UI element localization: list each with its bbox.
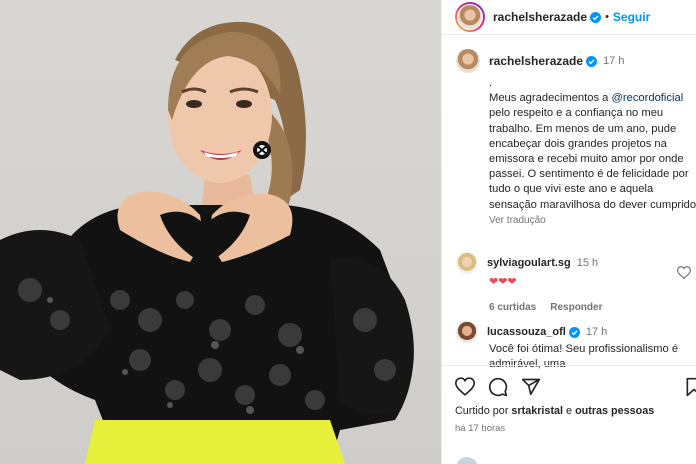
- header-separator: •: [605, 11, 609, 23]
- verified-badge-icon: [568, 326, 580, 338]
- commenter-username[interactable]: sylviagoulart.sg: [487, 257, 571, 269]
- liked-by-user[interactable]: srtakristal: [511, 405, 563, 417]
- caption-username[interactable]: rachelsherazade: [489, 54, 583, 68]
- mention-link[interactable]: @recordoficial: [612, 92, 684, 104]
- author-username[interactable]: rachelsherazade: [493, 10, 587, 24]
- post-header: rachelsherazade • Seguir: [442, 0, 696, 35]
- verified-badge-icon: [590, 11, 602, 23]
- likes-connector: e: [563, 405, 576, 417]
- current-user-avatar: [456, 457, 478, 464]
- verified-badge-icon: [586, 55, 598, 67]
- share-icon[interactable]: [521, 377, 541, 397]
- likes-prefix: Curtido por: [455, 405, 512, 417]
- author-avatar[interactable]: [455, 2, 485, 32]
- post-sidebar: rachelsherazade • Seguir rachelsherazade…: [441, 0, 696, 464]
- caption-text-rest: pelo respeito e a confiança no meu traba…: [489, 107, 696, 211]
- commenter-avatar[interactable]: [455, 251, 479, 275]
- caption-dot-line: .: [489, 77, 493, 89]
- post-caption: rachelsherazade 17 h . Meus agradeciment…: [455, 48, 696, 226]
- liked-by-others[interactable]: outras pessoas: [575, 405, 654, 417]
- caption-text-intro: Meus agradecimentos a: [489, 92, 612, 105]
- comment-like-heart-icon[interactable]: [677, 266, 691, 279]
- post-photo[interactable]: [0, 0, 441, 464]
- caption-time: 17 h: [603, 55, 625, 67]
- heart-icon[interactable]: [455, 377, 475, 396]
- action-bar: [442, 365, 696, 409]
- caption-avatar[interactable]: [455, 48, 481, 74]
- commenter-avatar[interactable]: [455, 320, 479, 344]
- commenter-username[interactable]: lucassouza_ofl: [487, 326, 566, 338]
- comment-item: sylviagoulart.sg 15 h ❤❤❤ 6 curtidas Res…: [455, 251, 695, 313]
- likes-summary[interactable]: Curtido por srtakristal e outras pessoas: [455, 405, 654, 417]
- bookmark-icon[interactable]: [685, 377, 696, 397]
- post-age: há 17 horas: [455, 423, 506, 434]
- translate-link[interactable]: Ver tradução: [489, 215, 695, 226]
- comment-text: ❤❤❤: [489, 276, 517, 288]
- photo-illustration: [0, 21, 414, 464]
- comment-time: 17 h: [585, 326, 608, 338]
- follow-button[interactable]: Seguir: [613, 10, 650, 24]
- comment-likes[interactable]: 6 curtidas: [489, 302, 536, 313]
- comment-time: 15 h: [576, 257, 599, 269]
- reply-button[interactable]: Responder: [550, 302, 602, 313]
- comment-icon[interactable]: [488, 377, 508, 397]
- caption-text: . Meus agradecimentos a @recordoficial p…: [489, 76, 696, 213]
